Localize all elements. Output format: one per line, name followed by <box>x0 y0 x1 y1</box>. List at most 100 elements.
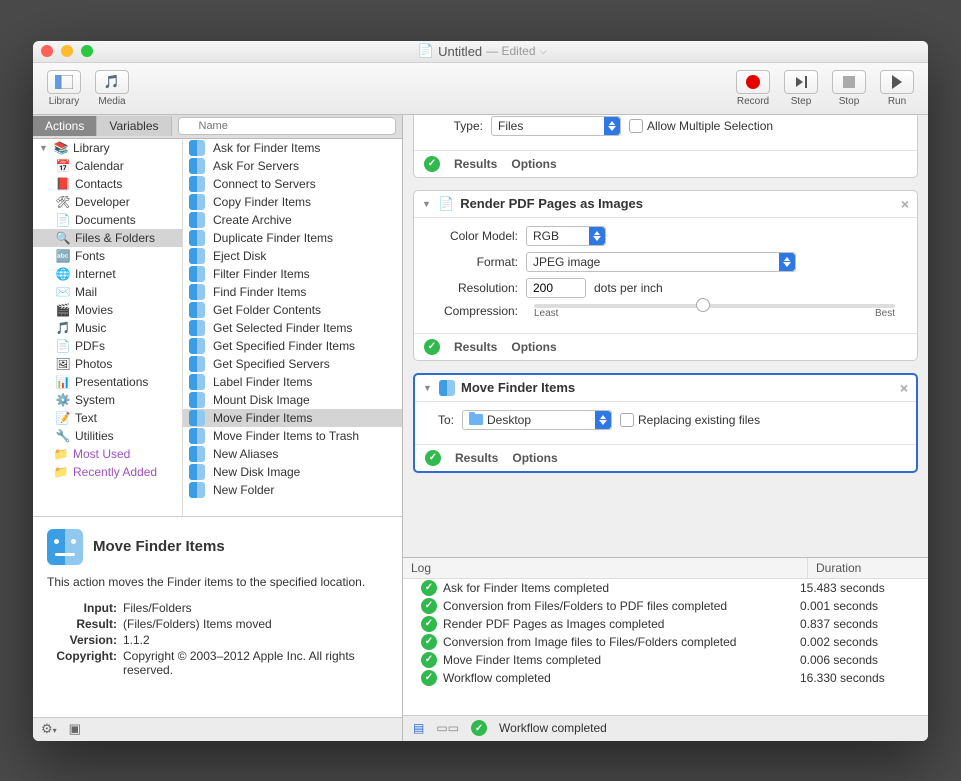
options-button[interactable]: Options <box>511 340 556 354</box>
footer-toggle-icon[interactable]: ▣ <box>69 721 81 737</box>
finder-icon <box>189 320 205 336</box>
action-item[interactable]: Get Specified Servers <box>183 355 402 373</box>
category-item[interactable]: 📄Documents <box>33 211 182 229</box>
flow-view-icon[interactable]: ▭▭ <box>436 721 459 735</box>
format-value: JPEG image <box>533 255 600 269</box>
log-column-header[interactable]: Log <box>403 558 808 578</box>
duration-column-header[interactable]: Duration <box>808 558 928 578</box>
app-window: 📄 Untitled — Edited ⌵ Library 🎵 Media Re… <box>33 41 928 741</box>
category-item[interactable]: 📝Text <box>33 409 182 427</box>
category-item[interactable]: 🔧Utilities <box>33 427 182 445</box>
action-item[interactable]: Copy Finder Items <box>183 193 402 211</box>
color-model-popup[interactable]: RGB <box>526 226 606 246</box>
results-button[interactable]: Results <box>454 157 497 171</box>
workflow-area[interactable]: Start at: Documents Type: Files Allow Mu… <box>403 115 928 557</box>
finder-icon <box>189 176 205 192</box>
category-item[interactable]: 🛠Developer <box>33 193 182 211</box>
check-icon: ✓ <box>471 720 487 736</box>
close-window-button[interactable] <box>41 45 53 57</box>
category-item[interactable]: 🎵Music <box>33 319 182 337</box>
card-title: Move Finder Items <box>461 380 575 395</box>
close-icon[interactable]: × <box>900 380 908 396</box>
action-item[interactable]: Ask For Servers <box>183 157 402 175</box>
details-description: This action moves the Finder items to th… <box>47 575 388 589</box>
recently-added[interactable]: 📁Recently Added <box>33 463 182 481</box>
action-item[interactable]: Get Specified Finder Items <box>183 337 402 355</box>
action-item[interactable]: Duplicate Finder Items <box>183 229 402 247</box>
most-used[interactable]: 📁Most Used <box>33 445 182 463</box>
replacing-label: Replacing existing files <box>638 413 760 427</box>
finder-icon <box>189 338 205 354</box>
to-popup[interactable]: Desktop <box>462 410 612 430</box>
media-button[interactable]: 🎵 Media <box>89 68 135 109</box>
search-input[interactable] <box>178 117 397 135</box>
action-card-ask-finder[interactable]: Start at: Documents Type: Files Allow Mu… <box>413 115 918 178</box>
action-item[interactable]: Filter Finder Items <box>183 265 402 283</box>
action-item[interactable]: Eject Disk <box>183 247 402 265</box>
list-view-icon[interactable]: ▤ <box>413 721 424 735</box>
action-item[interactable]: New Folder <box>183 481 402 499</box>
allow-multi-checkbox[interactable]: Allow Multiple Selection <box>629 119 773 133</box>
category-item[interactable]: 🌐Internet <box>33 265 182 283</box>
resolution-input[interactable] <box>526 278 586 298</box>
result-label: Result: <box>47 617 117 631</box>
category-item[interactable]: 📄PDFs <box>33 337 182 355</box>
comp-best-label: Best <box>875 308 895 319</box>
format-popup[interactable]: JPEG image <box>526 252 796 272</box>
category-item[interactable]: 🔤Fonts <box>33 247 182 265</box>
library-toggle-button[interactable]: Library <box>41 68 87 109</box>
action-item[interactable]: Connect to Servers <box>183 175 402 193</box>
action-item[interactable]: Mount Disk Image <box>183 391 402 409</box>
action-item[interactable]: Create Archive <box>183 211 402 229</box>
replacing-checkbox[interactable]: Replacing existing files <box>620 413 760 427</box>
category-item[interactable]: 🎬Movies <box>33 301 182 319</box>
result-value: (Files/Folders) Items moved <box>123 617 388 631</box>
disclosure-icon[interactable]: ▼ <box>423 383 433 393</box>
action-card-render-pdf[interactable]: ▼ 📄 Render PDF Pages as Images × Color M… <box>413 190 918 361</box>
action-item[interactable]: Ask for Finder Items <box>183 139 402 157</box>
category-list: ▼📚Library📅Calendar📕Contacts🛠Developer📄Do… <box>33 139 183 516</box>
finder-icon <box>189 194 205 210</box>
options-button[interactable]: Options <box>511 157 556 171</box>
close-icon[interactable]: × <box>901 196 909 212</box>
results-button[interactable]: Results <box>454 340 497 354</box>
media-icon: 🎵 <box>104 74 120 90</box>
check-icon: ✓ <box>421 598 437 614</box>
record-button[interactable]: Record <box>730 68 776 109</box>
category-item[interactable]: 📕Contacts <box>33 175 182 193</box>
action-item[interactable]: Get Selected Finder Items <box>183 319 402 337</box>
tab-variables[interactable]: Variables <box>97 116 171 136</box>
zoom-window-button[interactable] <box>81 45 93 57</box>
action-item[interactable]: Get Folder Contents <box>183 301 402 319</box>
minimize-window-button[interactable] <box>61 45 73 57</box>
type-popup[interactable]: Files <box>491 116 621 136</box>
finder-icon <box>189 158 205 174</box>
library-root[interactable]: ▼📚Library <box>33 139 182 157</box>
action-card-move-finder[interactable]: ▼ Move Finder Items × To: Desktop Replac… <box>413 373 918 473</box>
options-button[interactable]: Options <box>512 451 557 465</box>
category-item[interactable]: ✉️Mail <box>33 283 182 301</box>
stop-button[interactable]: Stop <box>826 68 872 109</box>
run-button[interactable]: Run <box>874 68 920 109</box>
action-item[interactable]: Move Finder Items <box>183 409 402 427</box>
step-button[interactable]: Step <box>778 68 824 109</box>
action-item[interactable]: New Aliases <box>183 445 402 463</box>
play-icon <box>892 75 902 89</box>
action-item[interactable]: Find Finder Items <box>183 283 402 301</box>
category-item[interactable]: 🔍Files & Folders <box>33 229 182 247</box>
gear-icon[interactable]: ⚙︎▾ <box>41 721 57 737</box>
disclosure-icon[interactable]: ▼ <box>422 199 432 209</box>
category-item[interactable]: 📅Calendar <box>33 157 182 175</box>
tab-actions[interactable]: Actions <box>33 116 97 136</box>
category-item[interactable]: 📊Presentations <box>33 373 182 391</box>
action-item[interactable]: New Disk Image <box>183 463 402 481</box>
category-item[interactable]: ⚙️System <box>33 391 182 409</box>
compression-slider[interactable] <box>534 304 895 308</box>
category-item[interactable]: 🖼Photos <box>33 355 182 373</box>
title-dropdown-icon[interactable]: ⌵ <box>540 46 548 57</box>
action-item[interactable]: Label Finder Items <box>183 373 402 391</box>
version-label: Version: <box>47 633 117 647</box>
results-button[interactable]: Results <box>455 451 498 465</box>
action-item[interactable]: Move Finder Items to Trash <box>183 427 402 445</box>
toolbar: Library 🎵 Media Record Step Stop <box>33 63 928 115</box>
